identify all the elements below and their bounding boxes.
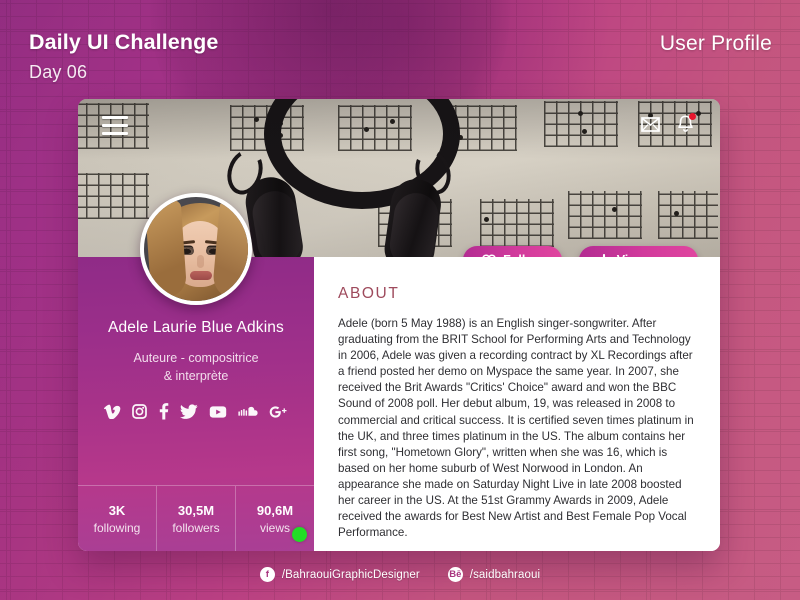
facebook-icon[interactable] [158,403,169,420]
menu-bar [102,124,128,127]
profile-role-line1: Auteure - compositrice [133,351,259,365]
profile-role: Auteure - compositrice & interprète [78,349,314,385]
notification-badge-dot [689,113,696,120]
behance-icon: Bē [447,567,463,582]
profile-role-line2: & interprète [163,369,229,383]
soundcloud-icon[interactable] [238,406,258,417]
plus-icon [598,253,610,257]
menu-bar [102,132,128,135]
instagram-icon[interactable] [132,404,147,419]
stats-row: 3K following 30,5M followers 90,6M views [78,485,314,551]
page-subtitle-day: Day 06 [29,62,88,82]
vimeo-icon[interactable] [103,404,121,420]
credit-handle: /saidbahraoui [469,568,541,581]
credit-behance[interactable]: Bē /saidbahraoui [447,567,541,582]
avatar[interactable] [140,193,252,305]
hamburger-menu-icon[interactable] [102,116,128,136]
view-more-button-label: View more [617,253,679,257]
profile-name: Adele Laurie Blue Adkins [108,319,284,336]
stat-label: followers [172,520,220,535]
stat-value: 90,6M [256,502,294,518]
follow-button[interactable]: Follow [463,246,562,257]
bell-icon[interactable] [677,113,696,133]
credit-handle: /BahraouiGraphicDesigner [281,568,420,581]
profile-card: Follow View more [78,99,720,551]
avatar-hair-left [144,199,188,299]
page-section-label: User Profile [659,32,772,55]
avatar-lips [190,271,212,280]
envelope-icon[interactable] [641,116,660,132]
stat-views[interactable]: 90,6M views [236,486,314,551]
stat-value: 30,5M [177,502,215,518]
googleplus-icon[interactable] [269,405,288,419]
about-heading: ABOUT [338,285,400,302]
cover-action-buttons: Follow View more [463,246,698,257]
youtube-icon[interactable] [209,405,227,419]
stat-following[interactable]: 3K following [78,486,157,551]
twitter-icon[interactable] [180,404,198,419]
profile-panel: Adele Laurie Blue Adkins Auteure - compo… [78,193,314,551]
cover-icon-group [641,113,696,133]
card-body: Adele Laurie Blue Adkins Auteure - compo… [78,193,720,551]
about-body-text: Adele (born 5 May 1988) is an English si… [338,317,694,540]
credit-facebook[interactable]: f /BahraouiGraphicDesigner [259,567,420,582]
stat-value: 3K [108,502,126,518]
page-footer: f /BahraouiGraphicDesigner Bē /saidbahra… [0,567,800,582]
stat-label: views [259,520,290,535]
stat-followers[interactable]: 30,5M followers [157,486,236,551]
follow-button-label: Follow [503,253,543,257]
facebook-icon: f [259,567,275,582]
heart-icon [482,253,496,257]
page-root: Daily UI Challenge Day 06 User Profile A… [0,0,800,600]
view-more-button[interactable]: View more [578,246,698,257]
avatar-nose [197,255,204,268]
page-header: Daily UI Challenge Day 06 User Profile [0,0,800,95]
stat-label: following [93,520,141,535]
page-title: Daily UI Challenge [29,30,219,54]
social-links [78,403,314,420]
about-panel: ABOUT Adele (born 5 May 1988) is an Engl… [314,257,720,551]
menu-bar [102,116,128,119]
